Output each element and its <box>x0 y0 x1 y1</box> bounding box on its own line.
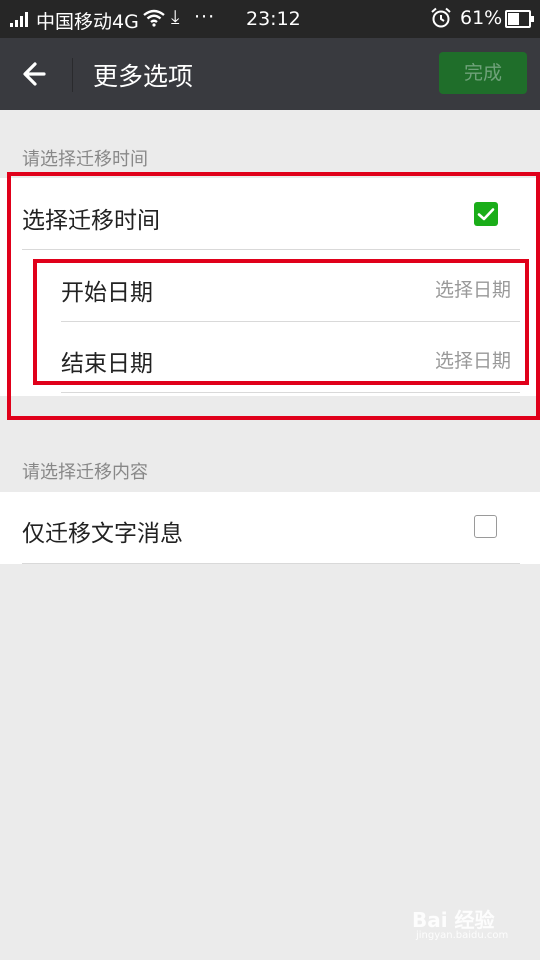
alarm-icon <box>431 7 451 28</box>
battery-percent: 61% <box>460 7 503 29</box>
watermark-logo: Bai 经验 <box>412 908 495 932</box>
battery-icon <box>505 10 534 28</box>
divider <box>22 563 520 564</box>
watermark-domain: jingyan.baidu.com <box>416 930 509 941</box>
content-section-header: 请选择迁移内容 <box>22 462 148 483</box>
download-icon: ⤓ <box>171 6 180 28</box>
wifi-icon <box>143 9 165 27</box>
text-only-label: 仅迁移文字消息 <box>22 521 183 547</box>
back-arrow-icon[interactable] <box>14 54 58 94</box>
page-title: 更多选项 <box>93 62 194 91</box>
signal-icon <box>10 11 30 27</box>
clock: 23:12 <box>246 8 301 30</box>
annotation-inner-box <box>33 259 529 385</box>
text-only-checkbox[interactable] <box>474 515 497 538</box>
more-notifications-icon: ··· <box>194 6 216 28</box>
time-section-header: 请选择迁移时间 <box>22 149 148 170</box>
action-bar: 更多选项 完成 <box>0 38 540 110</box>
content-settings-card: 仅迁移文字消息 <box>0 492 540 564</box>
done-button[interactable]: 完成 <box>439 52 527 94</box>
status-bar: 中国移动4G ⤓ ··· 23:12 61% <box>0 0 540 38</box>
carrier-label: 中国移动4G <box>36 11 139 33</box>
action-bar-divider <box>72 58 73 92</box>
